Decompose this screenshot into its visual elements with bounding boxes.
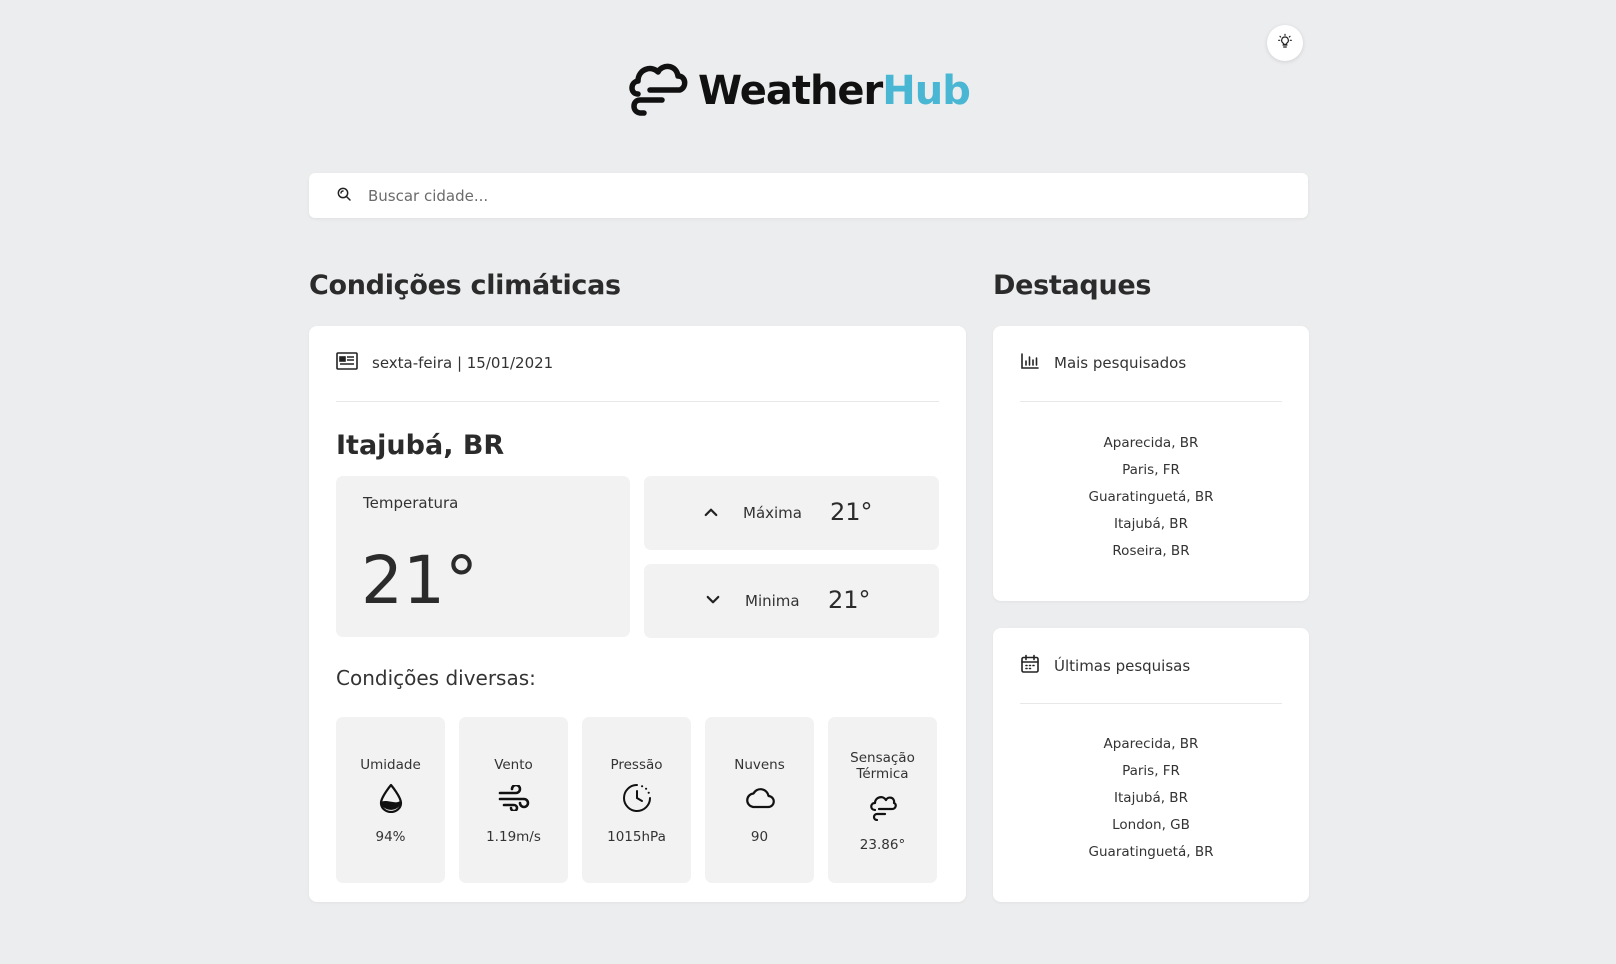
min-value: 21° <box>828 586 871 614</box>
chevron-down-icon <box>704 591 722 613</box>
list-item[interactable]: Roseira, BR <box>993 538 1309 565</box>
humidity-value: 94% <box>375 829 406 845</box>
most-searched-header: Mais pesquisados <box>1020 352 1186 374</box>
min-temperature-tile: Minima 21° <box>644 564 939 638</box>
temperature-tile: Temperatura 21° <box>336 476 630 637</box>
clouds-tile: Nuvens 90 <box>705 717 814 883</box>
highlights-section-title: Destaques <box>993 270 1152 301</box>
newspaper-icon <box>336 352 358 374</box>
clouds-value: 90 <box>750 829 769 845</box>
most-searched-card: Mais pesquisados Aparecida, BR Paris, FR… <box>993 326 1309 601</box>
search-input[interactable] <box>368 186 1268 205</box>
feels-like-tile: Sensação Térmica 23.86° <box>828 717 937 883</box>
wind-value: 1.19m/s <box>486 829 541 845</box>
wind-icon <box>459 785 568 811</box>
max-label: Máxima <box>743 504 802 522</box>
cloud-sun-icon <box>828 795 937 821</box>
wind-label: Vento <box>494 757 533 773</box>
temperature-label: Temperatura <box>363 494 459 512</box>
date-text: sexta-feira | 15/01/2021 <box>372 354 554 372</box>
humidity-label: Umidade <box>360 757 421 773</box>
divider <box>336 401 939 402</box>
divider <box>1020 401 1282 402</box>
lightbulb-icon <box>1277 33 1293 53</box>
bar-chart-icon <box>1020 352 1040 374</box>
max-temperature-tile: Máxima 21° <box>644 476 939 550</box>
list-item[interactable]: Guaratinguetá, BR <box>993 839 1309 866</box>
temperature-value: 21° <box>361 542 478 619</box>
wind-tile: Vento 1.19m/s <box>459 717 568 883</box>
pressure-label: Pressão <box>610 757 663 773</box>
weather-page: WeatherHub Condições climáticas Destaque… <box>0 0 1616 964</box>
conditions-title: Condições diversas: <box>336 666 536 690</box>
logo-cloud-icon <box>628 60 690 122</box>
calendar-icon <box>1020 654 1040 678</box>
feels-like-label: Sensação Térmica <box>850 750 915 782</box>
date-row: sexta-feira | 15/01/2021 <box>336 352 553 374</box>
list-item[interactable]: Paris, FR <box>993 758 1309 785</box>
search-icon <box>336 186 352 206</box>
brand-name-part2: Hub <box>882 68 971 114</box>
conditions-section-title: Condições climáticas <box>309 270 621 301</box>
recent-searches-title: Últimas pesquisas <box>1054 657 1191 675</box>
chevron-up-icon <box>702 503 720 525</box>
list-item[interactable]: London, GB <box>993 812 1309 839</box>
recent-searches-card: Últimas pesquisas Aparecida, BR Paris, F… <box>993 628 1309 902</box>
humidity-tile: Umidade 94% <box>336 717 445 883</box>
recent-searches-list: Aparecida, BR Paris, FR Itajubá, BR Lond… <box>993 731 1309 866</box>
pressure-value: 1015hPa <box>607 829 666 845</box>
min-label: Minima <box>745 592 800 610</box>
pressure-tile: Pressão 1015hPa <box>582 717 691 883</box>
weather-card: sexta-feira | 15/01/2021 Itajubá, BR Tem… <box>309 326 966 902</box>
list-item[interactable]: Paris, FR <box>993 457 1309 484</box>
max-value: 21° <box>830 498 873 526</box>
city-name: Itajubá, BR <box>336 430 505 461</box>
cloud-icon <box>705 785 814 809</box>
clouds-label: Nuvens <box>734 757 785 773</box>
most-searched-list: Aparecida, BR Paris, FR Guaratinguetá, B… <box>993 430 1309 565</box>
list-item[interactable]: Aparecida, BR <box>993 731 1309 758</box>
list-item[interactable]: Itajubá, BR <box>993 511 1309 538</box>
brand-name-part1: Weather <box>698 68 883 114</box>
droplet-icon <box>336 783 445 813</box>
most-searched-title: Mais pesquisados <box>1054 354 1187 372</box>
gauge-icon <box>582 783 691 813</box>
theme-toggle-button[interactable] <box>1267 25 1303 61</box>
recent-searches-header: Últimas pesquisas <box>1020 654 1190 678</box>
list-item[interactable]: Aparecida, BR <box>993 430 1309 457</box>
divider <box>1020 703 1282 704</box>
app-logo: WeatherHub <box>628 60 971 122</box>
search-bar[interactable] <box>309 173 1308 218</box>
list-item[interactable]: Itajubá, BR <box>993 785 1309 812</box>
feels-like-value: 23.86° <box>859 837 906 853</box>
list-item[interactable]: Guaratinguetá, BR <box>993 484 1309 511</box>
